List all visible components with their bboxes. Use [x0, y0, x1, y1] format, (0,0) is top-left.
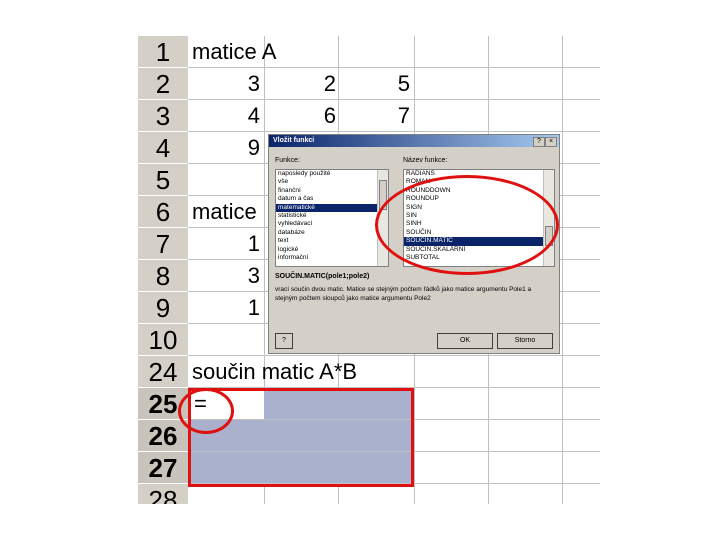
- row-header-8[interactable]: 8: [138, 260, 188, 292]
- category-item[interactable]: vše: [276, 178, 388, 186]
- category-item[interactable]: informační: [276, 254, 388, 262]
- category-label: Funkce:: [275, 157, 300, 164]
- cell[interactable]: 7: [340, 100, 410, 132]
- row-header-1[interactable]: 1: [138, 36, 188, 68]
- category-item[interactable]: datum a čas: [276, 195, 388, 203]
- function-highlight-ellipse: [375, 175, 559, 275]
- dialog-title: Vložit funkci: [269, 135, 559, 147]
- row-header-10[interactable]: 10: [138, 324, 188, 356]
- row-header-5[interactable]: 5: [138, 164, 188, 196]
- function-description: vrací součin dvou matic. Matice se stejn…: [275, 286, 532, 302]
- cell-matrix-a-title[interactable]: matice A: [192, 36, 276, 68]
- row-header-3[interactable]: 3: [138, 100, 188, 132]
- matrix-a-label: matice A: [192, 39, 277, 64]
- row-header-26[interactable]: 26: [138, 420, 188, 452]
- cell-matrix-b-title[interactable]: matice: [192, 196, 257, 228]
- row-header-27[interactable]: 27: [138, 452, 188, 484]
- category-list[interactable]: naposledy použité vše finanční datum a čas m…: [275, 169, 389, 267]
- row-header-4[interactable]: 4: [138, 132, 188, 164]
- cell[interactable]: 4: [190, 100, 260, 132]
- category-item[interactable]: statistické: [276, 212, 388, 220]
- category-item[interactable]: databáze: [276, 229, 388, 237]
- cell[interactable]: 3: [190, 68, 260, 100]
- cell[interactable]: 6: [266, 100, 336, 132]
- row-header-2[interactable]: 2: [138, 68, 188, 100]
- cancel-button[interactable]: Storno: [497, 333, 553, 349]
- category-item[interactable]: text: [276, 237, 388, 245]
- row-header-24[interactable]: 24: [138, 356, 188, 388]
- assistant-icon: ?: [282, 337, 286, 344]
- cell[interactable]: 1: [190, 228, 260, 260]
- function-name-label: Název funkce:: [403, 157, 448, 164]
- category-item[interactable]: vyhledávací: [276, 220, 388, 228]
- office-assistant-button[interactable]: ?: [275, 333, 293, 349]
- row-header-9[interactable]: 9: [138, 292, 188, 324]
- column-divider: [562, 36, 563, 504]
- close-button[interactable]: ×: [545, 137, 557, 147]
- result-range-box: [188, 388, 414, 487]
- cell[interactable]: 2: [266, 68, 336, 100]
- cell[interactable]: 1: [190, 292, 260, 324]
- row-header-7[interactable]: 7: [138, 228, 188, 260]
- row-header-6[interactable]: 6: [138, 196, 188, 228]
- category-item[interactable]: matematické: [276, 203, 388, 212]
- category-item[interactable]: finanční: [276, 187, 388, 195]
- category-item[interactable]: logické: [276, 246, 388, 254]
- cell[interactable]: 5: [340, 68, 410, 100]
- cell[interactable]: 3: [190, 260, 260, 292]
- cell-product-title[interactable]: součin matic A*B: [192, 356, 357, 388]
- cell[interactable]: 9: [190, 132, 260, 164]
- category-item[interactable]: naposledy použité: [276, 170, 388, 178]
- row-header-28[interactable]: 28: [138, 484, 188, 504]
- help-button[interactable]: ?: [533, 137, 545, 147]
- ok-button[interactable]: OK: [437, 333, 493, 349]
- function-syntax: SOUČIN.MATIC(pole1;pole2): [275, 273, 370, 280]
